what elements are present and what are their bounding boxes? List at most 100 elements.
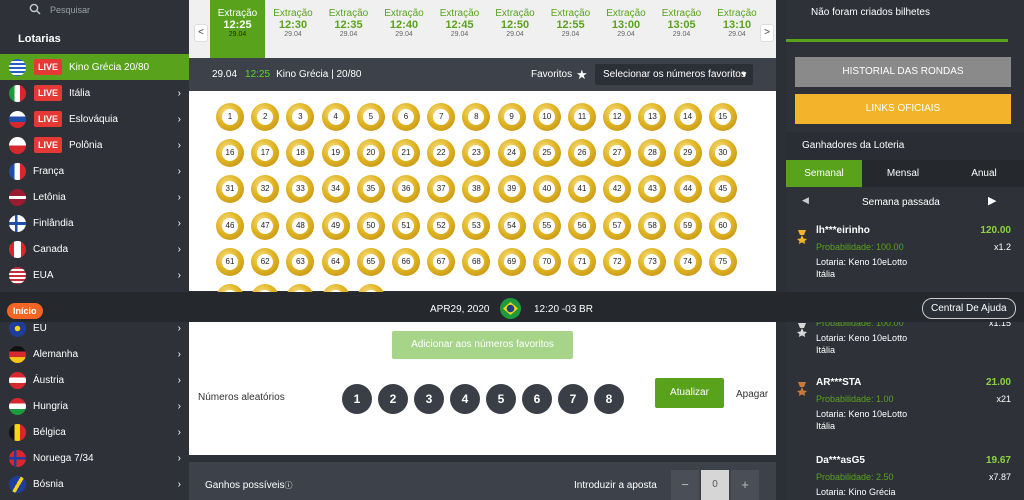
draw-tab[interactable]: Extração 12:25 29.04 bbox=[210, 0, 265, 58]
number-ball[interactable]: 10 bbox=[532, 103, 561, 131]
number-ball[interactable]: 55 bbox=[532, 211, 561, 240]
home-button[interactable]: Início bbox=[7, 303, 43, 319]
number-ball[interactable]: 28 bbox=[638, 139, 667, 168]
number-ball[interactable]: 18 bbox=[286, 139, 315, 168]
number-ball[interactable]: 62 bbox=[251, 247, 280, 276]
prev-draws-button[interactable]: < bbox=[194, 24, 208, 42]
number-ball[interactable]: 56 bbox=[568, 211, 596, 240]
number-ball[interactable]: 44 bbox=[673, 175, 702, 204]
random-count-button[interactable]: 5 bbox=[486, 384, 516, 414]
number-ball[interactable]: 57 bbox=[603, 211, 632, 240]
number-ball[interactable]: 71 bbox=[568, 247, 596, 276]
favorites-select[interactable]: Selecionar os números favoritos ▼ bbox=[595, 64, 753, 85]
sidebar-item-us[interactable]: EUA › bbox=[0, 262, 189, 288]
sidebar-item-ba[interactable]: Bósnia › bbox=[0, 471, 189, 497]
number-ball[interactable]: 49 bbox=[321, 211, 350, 240]
number-ball[interactable]: 22 bbox=[427, 139, 456, 168]
draw-tab[interactable]: Extração 12:35 29.04 bbox=[321, 0, 376, 58]
draw-tab[interactable]: Extração 12:40 29.04 bbox=[377, 0, 432, 58]
sidebar-item-gr[interactable]: LIVE Kino Grécia 20/80 bbox=[0, 54, 189, 80]
number-ball[interactable]: 43 bbox=[638, 175, 667, 204]
number-ball[interactable]: 47 bbox=[251, 211, 280, 240]
random-count-button[interactable]: 3 bbox=[414, 384, 444, 414]
sidebar-item-lv[interactable]: Letônia › bbox=[0, 184, 189, 210]
random-count-button[interactable]: 6 bbox=[522, 384, 552, 414]
number-ball[interactable]: 67 bbox=[427, 247, 456, 276]
sidebar-item-de[interactable]: Alemanha › bbox=[0, 341, 189, 367]
sidebar-item-fi[interactable]: Finlândia › bbox=[0, 210, 189, 236]
number-ball[interactable]: 39 bbox=[497, 175, 526, 204]
number-ball[interactable]: 13 bbox=[638, 103, 667, 131]
number-ball[interactable]: 48 bbox=[286, 211, 315, 240]
number-ball[interactable]: 15 bbox=[708, 103, 737, 131]
number-ball[interactable]: 59 bbox=[673, 211, 702, 240]
sidebar-item-pl[interactable]: LIVE Polônia › bbox=[0, 132, 189, 158]
update-button[interactable]: Atualizar bbox=[655, 378, 724, 408]
number-ball[interactable]: 33 bbox=[286, 175, 315, 204]
number-ball[interactable]: 46 bbox=[216, 211, 244, 240]
number-ball[interactable]: 52 bbox=[427, 211, 456, 240]
random-count-button[interactable]: 2 bbox=[378, 384, 408, 414]
number-ball[interactable]: 17 bbox=[251, 139, 280, 168]
number-ball[interactable]: 73 bbox=[638, 247, 667, 276]
random-count-button[interactable]: 8 bbox=[594, 384, 624, 414]
number-ball[interactable]: 25 bbox=[532, 139, 561, 168]
draw-tab[interactable]: Extração 12:45 29.04 bbox=[432, 0, 487, 58]
number-ball[interactable]: 63 bbox=[286, 247, 315, 276]
sidebar-item-sk[interactable]: LIVE Eslováquia › bbox=[0, 106, 189, 132]
number-ball[interactable]: 21 bbox=[392, 139, 420, 168]
number-ball[interactable]: 2 bbox=[251, 103, 280, 131]
number-ball[interactable]: 53 bbox=[462, 211, 491, 240]
number-ball[interactable]: 8 bbox=[462, 103, 491, 131]
number-ball[interactable]: 4 bbox=[321, 103, 350, 131]
number-ball[interactable]: 12 bbox=[603, 103, 632, 131]
number-ball[interactable]: 40 bbox=[532, 175, 561, 204]
number-ball[interactable]: 66 bbox=[392, 247, 420, 276]
number-ball[interactable]: 68 bbox=[462, 247, 491, 276]
sidebar-item-ca[interactable]: Canada › bbox=[0, 236, 189, 262]
number-ball[interactable]: 51 bbox=[392, 211, 420, 240]
number-ball[interactable]: 3 bbox=[286, 103, 315, 131]
next-draws-button[interactable]: > bbox=[760, 24, 774, 42]
number-ball[interactable]: 60 bbox=[708, 211, 737, 240]
official-links-button[interactable]: LINKS OFICIAIS bbox=[795, 94, 1011, 124]
number-ball[interactable]: 61 bbox=[216, 247, 244, 276]
draw-tab[interactable]: Extração 13:05 29.04 bbox=[654, 0, 709, 58]
number-ball[interactable]: 16 bbox=[216, 139, 244, 168]
number-ball[interactable]: 27 bbox=[603, 139, 632, 168]
draw-tab[interactable]: Extração 12:30 29.04 bbox=[266, 0, 321, 58]
number-ball[interactable]: 65 bbox=[356, 247, 385, 276]
number-ball[interactable]: 54 bbox=[497, 211, 526, 240]
draw-tab[interactable]: Extração 12:50 29.04 bbox=[488, 0, 543, 58]
sidebar-item-no[interactable]: Noruega 7/34 › bbox=[0, 445, 189, 471]
number-ball[interactable]: 37 bbox=[427, 175, 456, 204]
tab-weekly[interactable]: Semanal bbox=[786, 160, 862, 187]
number-ball[interactable]: 58 bbox=[638, 211, 667, 240]
number-ball[interactable]: 23 bbox=[462, 139, 491, 168]
number-ball[interactable]: 5 bbox=[356, 103, 385, 131]
clear-button[interactable]: Apagar bbox=[736, 389, 768, 400]
number-ball[interactable]: 11 bbox=[568, 103, 596, 131]
add-favorites-button[interactable]: Adicionar aos números favoritos bbox=[392, 331, 573, 359]
number-ball[interactable]: 70 bbox=[532, 247, 561, 276]
sidebar-item-it[interactable]: LIVE Itália › bbox=[0, 80, 189, 106]
next-week-icon[interactable]: ▶ bbox=[988, 194, 996, 207]
tab-yearly[interactable]: Anual bbox=[944, 160, 1024, 187]
number-ball[interactable]: 75 bbox=[708, 247, 737, 276]
tab-monthly[interactable]: Mensal bbox=[862, 160, 944, 187]
sidebar-item-be[interactable]: Bélgica › bbox=[0, 419, 189, 445]
draw-tab[interactable]: Extração 13:00 29.04 bbox=[599, 0, 654, 58]
search-input[interactable]: Pesquisar bbox=[50, 5, 90, 15]
number-ball[interactable]: 34 bbox=[321, 175, 350, 204]
number-ball[interactable]: 32 bbox=[251, 175, 280, 204]
number-ball[interactable]: 14 bbox=[673, 103, 702, 131]
number-ball[interactable]: 9 bbox=[497, 103, 526, 131]
number-ball[interactable]: 41 bbox=[568, 175, 596, 204]
number-ball[interactable]: 24 bbox=[497, 139, 526, 168]
number-ball[interactable]: 26 bbox=[568, 139, 596, 168]
number-ball[interactable]: 42 bbox=[603, 175, 632, 204]
number-ball[interactable]: 6 bbox=[392, 103, 420, 131]
sidebar-item-at[interactable]: Áustria › bbox=[0, 367, 189, 393]
number-ball[interactable]: 72 bbox=[603, 247, 632, 276]
number-ball[interactable]: 35 bbox=[356, 175, 385, 204]
